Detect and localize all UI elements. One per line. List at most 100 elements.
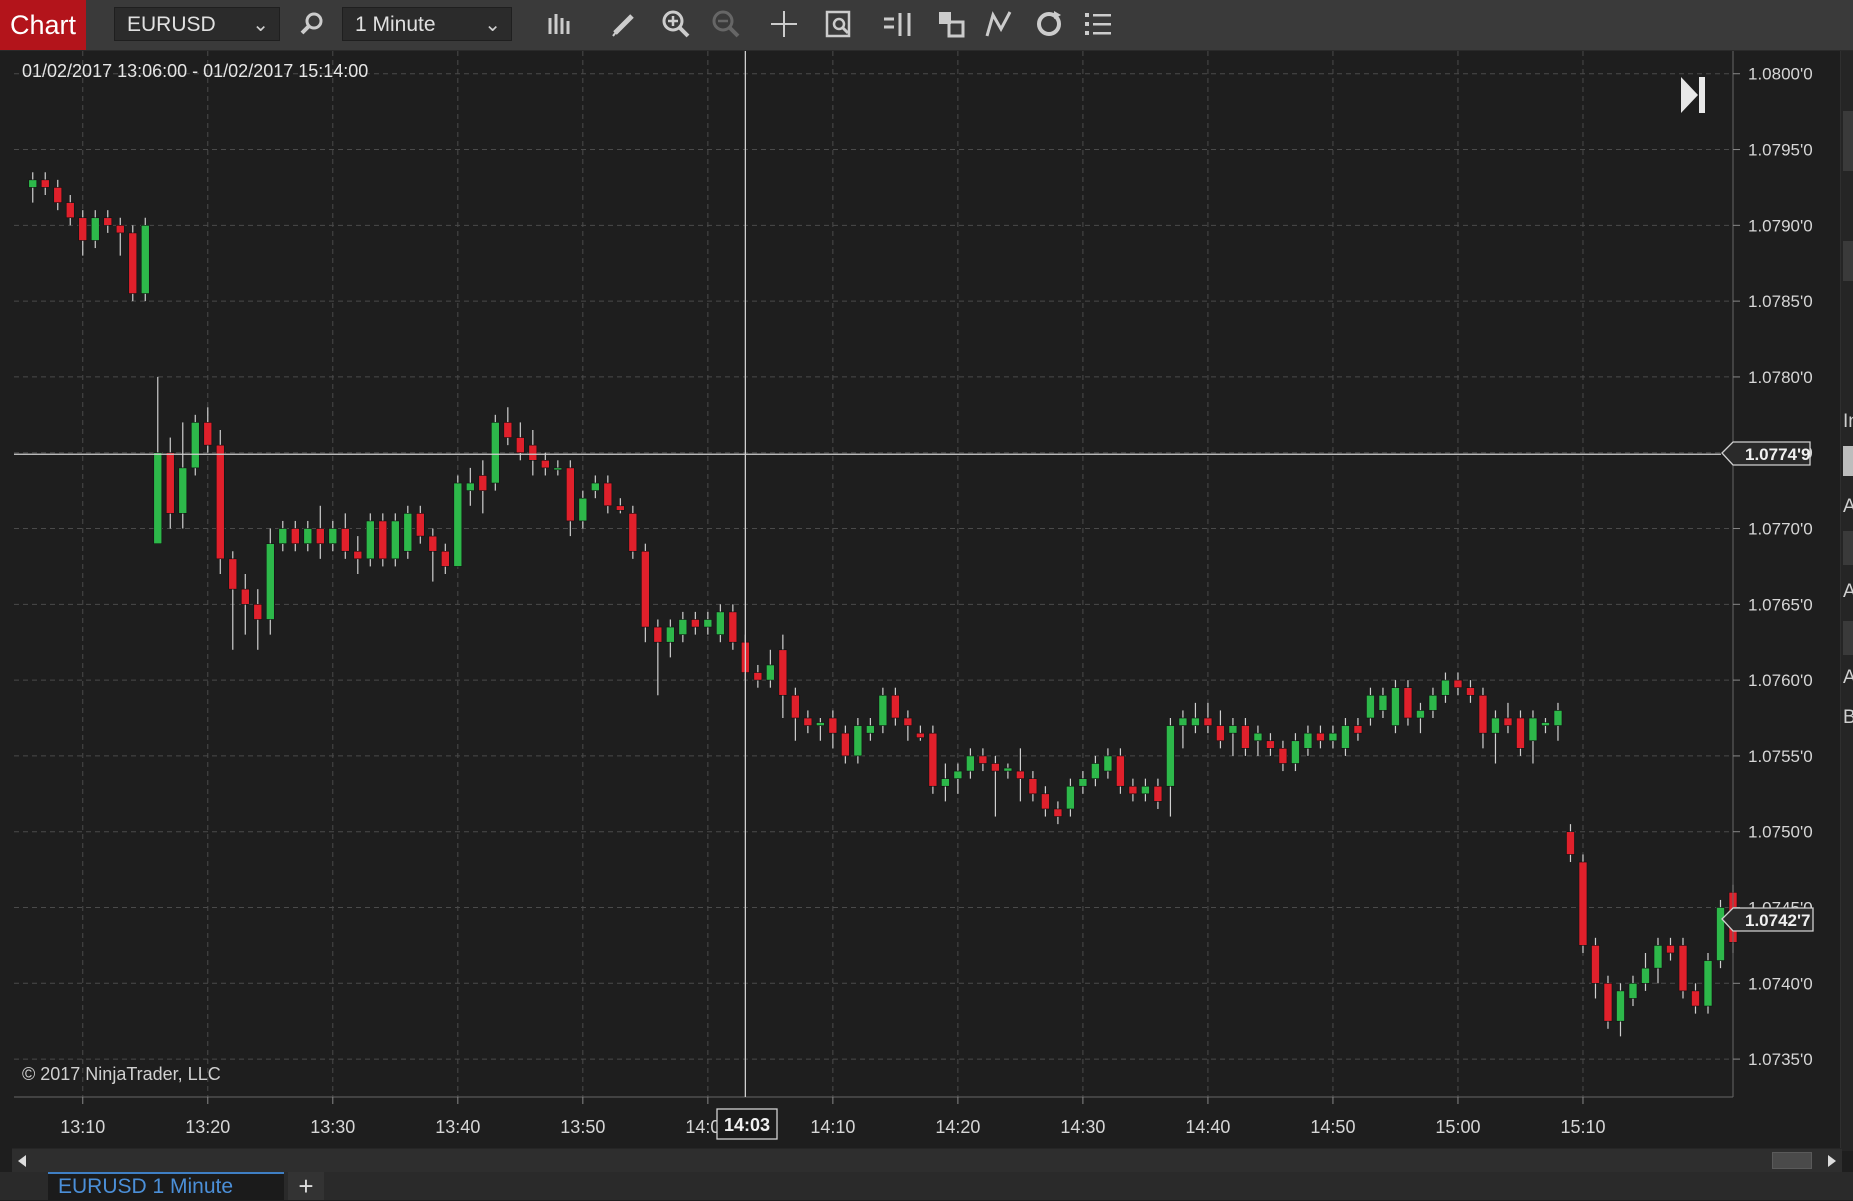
candle — [1578, 854, 1588, 953]
candle-body-down — [566, 467, 575, 522]
candle-body-down — [1566, 831, 1575, 855]
horizontal-scrollbar[interactable] — [12, 1148, 1842, 1173]
crosshair-price-marker: 1.0774'9 — [1721, 441, 1811, 466]
candle-body-up — [1003, 767, 1013, 772]
right-side-panel: In A A A B — [1840, 51, 1853, 1151]
panel-box[interactable] — [1843, 621, 1853, 655]
bottom-tab-strip: EURUSD 1 Minute + — [0, 1172, 1853, 1200]
crosshair-icon[interactable] — [765, 5, 803, 43]
add-tab-button[interactable]: + — [288, 1172, 324, 1200]
candle-body-down — [841, 732, 850, 757]
candle-body-down — [828, 717, 838, 734]
properties-list-icon[interactable] — [1079, 5, 1117, 43]
candle-body-down — [416, 513, 425, 537]
candle-body-down — [1278, 748, 1288, 764]
candle-body-down — [728, 611, 738, 643]
candle-body-down — [53, 187, 63, 203]
crosshair-time-marker: 14:03 — [716, 1108, 778, 1140]
x-tick-label: 14:10 — [810, 1117, 855, 1137]
indicators-icon[interactable] — [980, 5, 1018, 43]
x-tick-label: 13:50 — [560, 1117, 605, 1137]
last-price-marker: 1.0742'7 — [1721, 907, 1814, 932]
candle-body-up — [1191, 717, 1200, 726]
candle-body-up — [140, 225, 150, 294]
candle-body-up — [966, 755, 975, 772]
panel-box[interactable] — [1843, 531, 1853, 565]
drawing-pencil-icon[interactable] — [605, 5, 643, 43]
tab-eurusd-1-minute[interactable]: EURUSD 1 Minute — [48, 1172, 284, 1200]
panel-label: A — [1843, 667, 1853, 688]
candle-body-up — [853, 725, 863, 757]
candle-body-up — [1378, 694, 1388, 711]
overlay-icon[interactable] — [932, 5, 970, 43]
candle-body-up — [1103, 755, 1113, 772]
candle-body-up — [1066, 785, 1075, 810]
candle-body-down — [516, 437, 525, 454]
price-chart[interactable]: 1.0800'0 1.0795'0 1.0790'0 1.0785'0 1.0780'0… — [0, 51, 1840, 1148]
panel-box[interactable] — [1843, 241, 1853, 281]
y-tick-label: 1.0765'0 — [1748, 595, 1813, 614]
candle-body-up — [941, 778, 950, 787]
bar-type-icon[interactable] — [540, 5, 578, 43]
panel-label: A — [1843, 496, 1853, 517]
candle-body-down — [978, 755, 988, 764]
scroll-left-icon[interactable] — [18, 1155, 26, 1167]
search-icon[interactable] — [293, 5, 331, 43]
candle-body-up — [1391, 687, 1400, 726]
copyright-label: © 2017 NinjaTrader, LLC — [22, 1064, 221, 1084]
zoom-in-icon[interactable] — [657, 5, 695, 43]
candle-body-up — [866, 725, 875, 734]
candle — [1703, 952, 1713, 1014]
candle-body-down — [1591, 945, 1600, 984]
instrument-selector[interactable]: EURUSD ⌄ — [114, 7, 280, 41]
y-tick-label: 1.0735'0 — [1748, 1050, 1813, 1069]
candle-body-down — [803, 717, 813, 726]
candle-body-down — [40, 179, 50, 188]
candle-body-up — [278, 528, 288, 544]
candle-body-down — [1028, 778, 1038, 795]
zoom-out-icon[interactable] — [707, 5, 745, 43]
bar-spacing-icon[interactable] — [879, 5, 917, 43]
scroll-thumb[interactable] — [1772, 1152, 1812, 1169]
chart-tab[interactable]: Chart — [0, 0, 86, 50]
panel-label: B — [1843, 707, 1853, 728]
panel-label: In — [1843, 411, 1853, 432]
candle-body-down — [1266, 740, 1275, 749]
candle-body-down — [1016, 770, 1025, 779]
candle-body-up — [703, 619, 713, 628]
candle — [128, 225, 138, 302]
candle — [265, 528, 275, 635]
candle-body-down — [628, 513, 638, 552]
candle-body-down — [78, 217, 88, 241]
candle — [190, 414, 200, 476]
candle-body-down — [103, 217, 113, 226]
candle-body-up — [366, 520, 375, 560]
instrument-value: EURUSD — [127, 13, 216, 36]
candle-body-down — [290, 528, 300, 544]
candle-body-up — [1141, 785, 1150, 795]
x-tick-label: 14:40 — [1185, 1117, 1230, 1137]
interval-value: 1 Minute — [355, 13, 436, 36]
candle-body-down — [1678, 945, 1688, 992]
candle-body-down — [340, 528, 350, 552]
candle-body-up — [1628, 983, 1638, 999]
candle-body-up — [1291, 740, 1300, 764]
candle-body-down — [1691, 990, 1700, 1007]
candle-body-up — [303, 528, 313, 544]
scroll-right-icon[interactable] — [1828, 1155, 1836, 1167]
candle-body-down — [1516, 717, 1525, 749]
candle-body-up — [1428, 694, 1438, 711]
panel-box[interactable] — [1843, 446, 1853, 476]
candle-body-up — [578, 497, 588, 522]
candle — [453, 475, 463, 567]
panel-box[interactable] — [1843, 111, 1853, 171]
candle-body-up — [1541, 722, 1550, 726]
reload-icon[interactable] — [1030, 5, 1068, 43]
interval-selector[interactable]: 1 Minute ⌄ — [342, 7, 512, 41]
candle — [366, 513, 375, 567]
candle — [1678, 937, 1688, 999]
candle-body-down — [1503, 717, 1513, 726]
date-range-label: 01/02/2017 13:06:00 - 01/02/2017 15:14:0… — [22, 61, 368, 81]
data-box-icon[interactable] — [820, 5, 858, 43]
candle-body-down — [215, 444, 225, 560]
